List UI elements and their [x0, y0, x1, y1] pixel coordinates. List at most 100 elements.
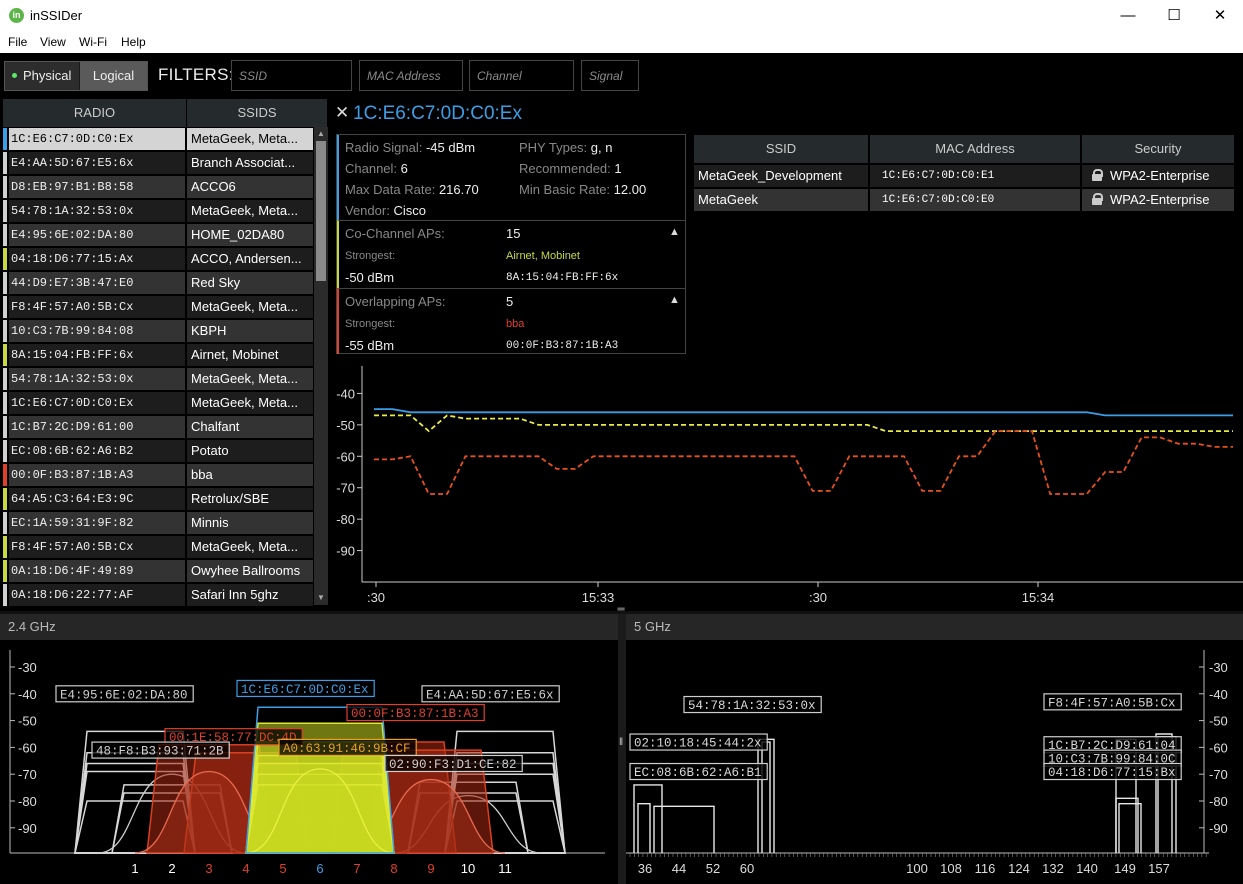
radio-row[interactable]: 64:A5:C3:64:E3:9C Retrolux/SBE	[3, 487, 313, 511]
radio-row[interactable]: 1C:E6:C7:0D:C0:Ex MetaGeek, Meta...	[3, 127, 313, 151]
radio-ssids: HOME_02DA80	[187, 224, 313, 246]
radio-row[interactable]: E4:AA:5D:67:E5:6x Branch Associat...	[3, 151, 313, 175]
overlapping-strongest-label: Strongest:	[345, 318, 396, 330]
radio-color-marker	[3, 464, 7, 486]
radio-row[interactable]: 8A:15:04:FB:FF:6x Airnet, Mobinet	[3, 343, 313, 367]
radio-ssids: Chalfant	[187, 416, 313, 438]
close-details-icon[interactable]: ✕	[335, 103, 349, 123]
radio-mac: 04:18:D6:77:15:Ax	[9, 248, 185, 270]
mac-label-24: 1C:E6:C7:0D:C0:Ex	[241, 683, 369, 697]
title-bar: in inSSIDer — ☐ ✕	[0, 0, 1243, 31]
radio-row[interactable]: F8:4F:57:A0:5B:Cx MetaGeek, Meta...	[3, 295, 313, 319]
mac-label-24: 48:F8:B3:93:71:2B	[96, 745, 224, 759]
channel-label-5: 52	[706, 861, 720, 876]
security-cell[interactable]: WPA2-Enterprise	[1082, 165, 1234, 187]
radio-color-marker	[3, 536, 7, 558]
ssid-column-header[interactable]: SSID	[694, 135, 868, 163]
channel-label-24: 7	[353, 861, 360, 876]
ssid-cell[interactable]: MetaGeek_Development	[694, 165, 868, 187]
radio-row[interactable]: 1C:B7:2C:D9:61:00 Chalfant	[3, 415, 313, 439]
security-text: WPA2-Enterprise	[1110, 192, 1210, 207]
signal-series-1	[374, 414, 1233, 433]
radio-mac: 0A:18:D6:4F:49:89	[9, 560, 185, 582]
radio-row[interactable]: E4:95:6E:02:DA:80 HOME_02DA80	[3, 223, 313, 247]
radio-color-marker	[3, 152, 7, 174]
selected-radio-title: 1C:E6:C7:0D:C0:Ex	[353, 103, 522, 124]
radio-ssids: MetaGeek, Meta...	[187, 128, 313, 150]
mac-column-header[interactable]: MAC Address	[870, 135, 1080, 163]
active-indicator-icon	[12, 73, 17, 78]
scroll-thumb[interactable]	[316, 141, 326, 281]
radio-mac: F8:4F:57:A0:5B:Cx	[9, 296, 185, 318]
radio-row[interactable]: 0A:18:D6:22:77:AF Safari Inn 5ghz	[3, 583, 313, 607]
security-column-header[interactable]: Security	[1082, 135, 1234, 163]
ssid-mac-cell[interactable]: 1C:E6:C7:0D:C0:E1	[870, 165, 1080, 187]
menu-file[interactable]: File	[8, 35, 27, 49]
minimize-button[interactable]: —	[1105, 0, 1151, 31]
channel-label-5: 36	[638, 861, 652, 876]
menu-wifi[interactable]: Wi-Fi	[79, 35, 107, 49]
vendor-field: Vendor: Cisco	[345, 203, 426, 218]
logical-mode-button[interactable]: Logical	[80, 62, 147, 90]
filters-label: FILTERS:	[158, 65, 234, 84]
max-data-rate-field: Max Data Rate: 216.70	[345, 182, 479, 197]
scroll-up-icon[interactable]: ▲	[316, 129, 326, 139]
channel-label-24: 10	[461, 861, 475, 876]
radio-column-header[interactable]: RADIO	[3, 99, 187, 127]
mac-label-5: 02:10:18:45:44:2x	[634, 737, 762, 751]
menu-view[interactable]: View	[40, 35, 66, 49]
overlapping-strongest-dbm: -55 dBm	[345, 338, 395, 353]
channel-label-5: 149	[1114, 861, 1136, 876]
radio-row[interactable]: 00:0F:B3:87:1B:A3 bba	[3, 463, 313, 487]
mac-label-24: 02:90:F3:D1:CE:82	[389, 758, 517, 772]
radio-row[interactable]: 10:C3:7B:99:84:08 KBPH	[3, 319, 313, 343]
channel-filter-input[interactable]	[469, 60, 574, 91]
ssid-filter-input[interactable]	[231, 60, 352, 91]
close-window-button[interactable]: ✕	[1197, 0, 1243, 31]
vertical-grip-icon[interactable]: ‖	[619, 737, 625, 757]
radio-row[interactable]: EC:08:6B:62:A6:B2 Potato	[3, 439, 313, 463]
radio-row[interactable]: EC:1A:59:31:9F:82 Minnis	[3, 511, 313, 535]
mac-filter-input[interactable]	[359, 60, 463, 91]
radio-color-marker	[3, 200, 7, 222]
spec5-y-label: -70	[1209, 767, 1228, 782]
signal-filter-input[interactable]	[581, 60, 639, 91]
radio-table: RADIO SSIDS 1C:E6:C7:0D:C0:Ex MetaGeek, M…	[3, 99, 328, 607]
overlapping-strongest-mac: 00:0F:B3:87:1B:A3	[506, 340, 619, 352]
horizontal-grip-icon[interactable]: ═	[611, 605, 631, 615]
scroll-down-icon[interactable]: ▼	[316, 593, 326, 603]
radio-row[interactable]: D8:EB:97:B1:B8:58 ACCO6	[3, 175, 313, 199]
radio-row[interactable]: 0A:18:D6:4F:49:89 Owyhee Ballrooms	[3, 559, 313, 583]
menu-help[interactable]: Help	[121, 35, 146, 49]
radio-row[interactable]: 04:18:D6:77:15:Ax ACCO, Andersen...	[3, 247, 313, 271]
ssid-mac-cell[interactable]: 1C:E6:C7:0D:C0:E0	[870, 189, 1080, 211]
radio-row[interactable]: 44:D9:E7:3B:47:E0 Red Sky	[3, 271, 313, 295]
radio-mac: EC:08:6B:62:A6:B2	[9, 440, 185, 462]
channel-label-24: 4	[242, 861, 249, 876]
radio-color-marker	[3, 128, 7, 150]
ssid-cell[interactable]: MetaGeek	[694, 189, 868, 211]
radio-ssids: MetaGeek, Meta...	[187, 296, 313, 318]
ssids-column-header[interactable]: SSIDS	[187, 99, 328, 127]
physical-mode-button[interactable]: Physical	[5, 62, 79, 90]
radio-color-marker	[3, 176, 7, 198]
overlapping-collapse-icon[interactable]: ▲	[669, 294, 680, 306]
y-tick-label: -40	[336, 386, 355, 401]
radio-list-scrollbar[interactable]: ▲ ▼	[314, 127, 328, 605]
spec5-y-label: -90	[1209, 821, 1228, 836]
security-cell[interactable]: WPA2-Enterprise	[1082, 189, 1234, 211]
radio-row[interactable]: 54:78:1A:32:53:0x MetaGeek, Meta...	[3, 367, 313, 391]
filter-bar: Physical Logical FILTERS:	[0, 53, 1243, 98]
radio-row[interactable]: 54:78:1A:32:53:0x MetaGeek, Meta...	[3, 199, 313, 223]
co-channel-collapse-icon[interactable]: ▲	[669, 226, 680, 238]
radio-mac: 0A:18:D6:22:77:AF	[9, 584, 185, 606]
radio-row[interactable]: F8:4F:57:A0:5B:Cx MetaGeek, Meta...	[3, 535, 313, 559]
channel-field: Channel: 6	[345, 161, 408, 176]
radio-row[interactable]: 1C:E6:C7:0D:C0:Ex MetaGeek, Meta...	[3, 391, 313, 415]
mode-toggle: Physical Logical	[4, 61, 148, 91]
maximize-button[interactable]: ☐	[1151, 0, 1197, 31]
radio-signal-field: Radio Signal: -45 dBm	[345, 140, 476, 155]
radio-ssids: ACCO6	[187, 176, 313, 198]
radio-color-marker	[3, 248, 7, 270]
channel-label-24: 2	[168, 861, 175, 876]
